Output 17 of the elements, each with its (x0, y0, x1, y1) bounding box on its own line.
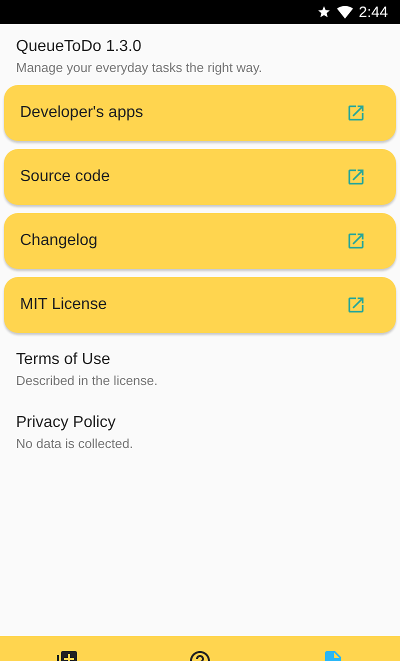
clock-time: 2:44 (358, 4, 388, 20)
open-external-icon (346, 231, 366, 251)
star-icon (316, 5, 331, 19)
link-card[interactable]: Developer's apps (4, 85, 396, 141)
app-description: Manage your everyday tasks the right way. (16, 60, 264, 75)
open-external-icon (346, 167, 366, 187)
info-description: Described in the license. (16, 373, 159, 388)
link-card[interactable]: Source code (4, 149, 396, 205)
info-title: Privacy Policy (16, 414, 117, 432)
app-title: QueueToDo 1.3.0 (16, 38, 142, 56)
info-description: No data is collected. (16, 436, 134, 451)
open-external-icon (346, 103, 366, 123)
wifi-icon (336, 5, 353, 19)
link-card[interactable]: MIT License (4, 277, 396, 333)
link-card[interactable]: Changelog (4, 213, 396, 269)
info-title: Terms of Use (16, 351, 112, 369)
open-external-icon (346, 295, 366, 315)
